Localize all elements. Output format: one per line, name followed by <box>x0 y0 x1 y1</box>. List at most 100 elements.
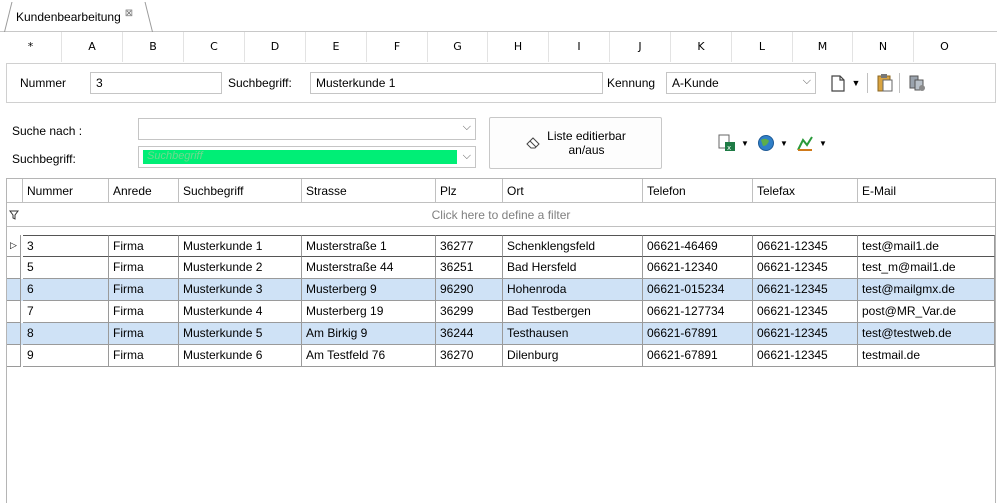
table-cell[interactable]: 36277 <box>436 235 503 257</box>
table-cell[interactable]: Firma <box>109 301 179 323</box>
row-indicator-icon[interactable]: ▷ <box>7 235 21 257</box>
table-cell[interactable]: test@mailgmx.de <box>858 279 995 301</box>
column-header-email[interactable]: E-Mail <box>858 179 995 203</box>
row-indicator[interactable] <box>7 345 21 367</box>
delete-record-icon[interactable] <box>906 72 928 94</box>
table-cell[interactable]: testmail.de <box>858 345 995 367</box>
table-row[interactable]: 6 Firma Musterkunde 3 Musterberg 9 96290 Hohe… <box>7 279 995 301</box>
toggle-editable-list-button[interactable]: Liste editierbar an/aus <box>489 117 662 169</box>
table-cell[interactable]: Firma <box>109 257 179 279</box>
table-cell[interactable]: Firma <box>109 235 179 257</box>
ruler-cell: A <box>62 32 123 62</box>
table-cell[interactable]: Firma <box>109 279 179 301</box>
table-cell[interactable]: 36299 <box>436 301 503 323</box>
column-header-anrede[interactable]: Anrede <box>109 179 179 203</box>
table-row[interactable]: 5 Firma Musterkunde 2 Musterstraße 44 36251 B… <box>7 257 995 279</box>
chevron-down-icon: ⌵ <box>802 75 811 87</box>
new-document-icon[interactable] <box>829 73 847 93</box>
filter-row[interactable]: Click here to define a filter <box>7 203 995 227</box>
table-cell[interactable]: Musterberg 19 <box>302 301 436 323</box>
row-indicator[interactable] <box>7 257 21 279</box>
row-indicator[interactable] <box>7 279 21 301</box>
table-cell[interactable]: Musterkunde 6 <box>179 345 302 367</box>
globe-icon[interactable] <box>755 133 777 153</box>
table-cell[interactable]: Firma <box>109 345 179 367</box>
nummer-field[interactable]: 3 <box>90 72 222 94</box>
table-cell[interactable]: 9 <box>23 345 109 367</box>
table-cell[interactable]: Musterkunde 1 <box>179 235 302 257</box>
table-cell[interactable]: 36270 <box>436 345 503 367</box>
chart-icon[interactable] <box>794 133 816 153</box>
table-cell[interactable]: Musterstraße 44 <box>302 257 436 279</box>
table-cell[interactable]: post@MR_Var.de <box>858 301 995 323</box>
table-cell[interactable]: 06621-12340 <box>643 257 753 279</box>
column-header-nummer[interactable]: Nummer <box>23 179 109 203</box>
table-cell[interactable]: 6 <box>23 279 109 301</box>
table-cell[interactable]: 06621-12345 <box>753 257 858 279</box>
chart-dropdown-icon[interactable]: ▼ <box>818 137 828 149</box>
suchbegriff-field[interactable]: Musterkunde 1 <box>310 72 603 94</box>
table-cell[interactable]: Bad Hersfeld <box>503 257 643 279</box>
table-cell[interactable]: 06621-12345 <box>753 301 858 323</box>
table-cell[interactable]: 3 <box>23 235 109 257</box>
table-cell[interactable]: Musterkunde 4 <box>179 301 302 323</box>
table-cell[interactable]: 06621-12345 <box>753 345 858 367</box>
globe-dropdown-icon[interactable]: ▼ <box>779 137 789 149</box>
table-cell[interactable]: 06621-12345 <box>753 279 858 301</box>
table-cell[interactable]: 7 <box>23 301 109 323</box>
table-cell[interactable]: 36251 <box>436 257 503 279</box>
table-cell[interactable]: Musterberg 9 <box>302 279 436 301</box>
column-header-suchbegriff[interactable]: Suchbegriff <box>179 179 302 203</box>
table-row[interactable]: ▷ 3 Firma Musterkunde 1 Musterstraße 1 36277 S… <box>7 235 995 257</box>
table-cell[interactable]: Dilenburg <box>503 345 643 367</box>
excel-dropdown-icon[interactable]: ▼ <box>740 137 750 149</box>
table-cell[interactable]: 96290 <box>436 279 503 301</box>
ruler-cell: I <box>549 32 610 62</box>
close-icon[interactable]: ⊠ <box>125 8 133 19</box>
table-cell[interactable]: Musterkunde 3 <box>179 279 302 301</box>
table-cell[interactable]: 06621-015234 <box>643 279 753 301</box>
table-cell[interactable]: Am Birkig 9 <box>302 323 436 345</box>
ruler-cell: G <box>428 32 488 62</box>
table-cell[interactable]: 8 <box>23 323 109 345</box>
table-cell[interactable]: Musterkunde 5 <box>179 323 302 345</box>
table-cell[interactable]: 36244 <box>436 323 503 345</box>
column-header-ort[interactable]: Ort <box>503 179 643 203</box>
table-cell[interactable]: Musterkunde 2 <box>179 257 302 279</box>
table-cell[interactable]: Firma <box>109 323 179 345</box>
column-header-plz[interactable]: Plz <box>436 179 503 203</box>
column-header-telefax[interactable]: Telefax <box>753 179 858 203</box>
table-cell[interactable]: Hohenroda <box>503 279 643 301</box>
table-cell[interactable]: Schenklengsfeld <box>503 235 643 257</box>
tab-strip: Kundenbearbeitung ⊠ <box>0 0 997 32</box>
table-cell[interactable]: Testhausen <box>503 323 643 345</box>
table-cell[interactable]: test@mail1.de <box>858 235 995 257</box>
tab-kundenbearbeitung[interactable]: Kundenbearbeitung ⊠ <box>4 2 154 32</box>
table-cell[interactable]: 06621-127734 <box>643 301 753 323</box>
table-cell[interactable]: Bad Testbergen <box>503 301 643 323</box>
new-dropdown-icon[interactable]: ▼ <box>850 75 862 91</box>
table-cell[interactable]: Musterstraße 1 <box>302 235 436 257</box>
table-cell[interactable]: 06621-67891 <box>643 345 753 367</box>
table-row[interactable]: 8 Firma Musterkunde 5 Am Birkig 9 36244 Testh… <box>7 323 995 345</box>
table-cell[interactable]: 06621-67891 <box>643 323 753 345</box>
table-row[interactable]: 7 Firma Musterkunde 4 Musterberg 19 36299 Bad… <box>7 301 995 323</box>
suchbegriff-search-field[interactable]: Suchbegriff ⌵ <box>138 146 476 168</box>
row-indicator[interactable] <box>7 323 21 345</box>
column-header-strasse[interactable]: Strasse <box>302 179 436 203</box>
row-indicator[interactable] <box>7 301 21 323</box>
table-cell[interactable]: test@testweb.de <box>858 323 995 345</box>
kennung-select[interactable]: A-Kunde ⌵ <box>666 72 816 94</box>
paste-clipboard-icon[interactable] <box>875 72 895 94</box>
excel-export-icon[interactable]: x <box>716 133 738 153</box>
table-cell[interactable]: 06621-12345 <box>753 235 858 257</box>
column-header-telefon[interactable]: Telefon <box>643 179 753 203</box>
table-cell[interactable]: Am Testfeld 76 <box>302 345 436 367</box>
suche-nach-select[interactable]: ⌵ <box>138 118 476 140</box>
kennung-label: Kennung <box>607 76 656 90</box>
table-cell[interactable]: 5 <box>23 257 109 279</box>
table-cell[interactable]: 06621-46469 <box>643 235 753 257</box>
table-cell[interactable]: 06621-12345 <box>753 323 858 345</box>
table-row[interactable]: 9 Firma Musterkunde 6 Am Testfeld 76 36270 Di… <box>7 345 995 367</box>
table-cell[interactable]: test_m@mail1.de <box>858 257 995 279</box>
